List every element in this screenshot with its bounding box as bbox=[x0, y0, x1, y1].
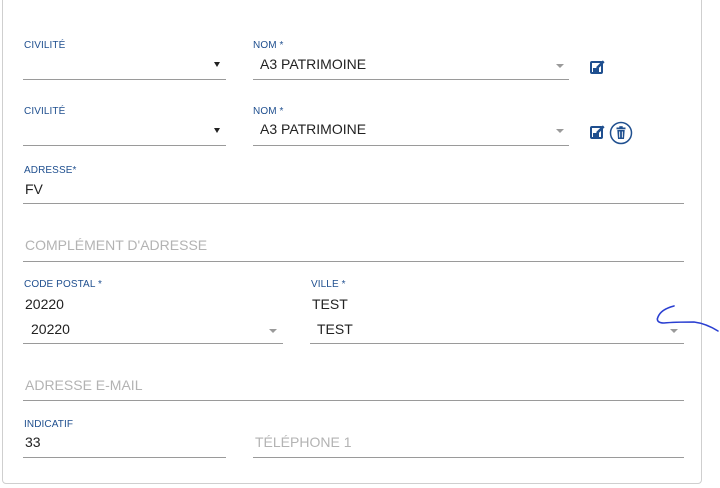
nom-value-1: A3 PATRIMOINE bbox=[260, 56, 367, 72]
email-placeholder: ADRESSE E-MAIL bbox=[25, 377, 143, 393]
ville-select[interactable]: TEST bbox=[310, 316, 684, 344]
chevron-down-icon bbox=[556, 129, 564, 133]
indicatif-input[interactable]: 33 bbox=[23, 431, 226, 457]
chevron-down-icon bbox=[556, 64, 564, 68]
nom-select-2[interactable]: A3 PATRIMOINE bbox=[253, 117, 569, 145]
edit-icon[interactable] bbox=[590, 59, 606, 75]
civilite-underline-2 bbox=[23, 145, 226, 146]
adresse-underline bbox=[23, 203, 684, 204]
indicatif-value: 33 bbox=[25, 434, 41, 450]
nom-label-1: NOM * bbox=[253, 40, 284, 51]
trash-icon[interactable] bbox=[609, 121, 633, 145]
telephone-placeholder: TÉLÉPHONE 1 bbox=[255, 434, 352, 450]
annotation-arrow-icon bbox=[656, 305, 719, 332]
indicatif-label: INDICATIF bbox=[24, 419, 74, 430]
civilite-select-1[interactable] bbox=[23, 52, 226, 80]
nom-underline-1 bbox=[253, 79, 569, 80]
adresse-input[interactable]: FV bbox=[23, 178, 684, 204]
civilite-underline-1 bbox=[23, 79, 226, 80]
nom-value-2: A3 PATRIMOINE bbox=[260, 121, 367, 137]
nom-label-2: NOM * bbox=[253, 106, 284, 117]
ville-underline bbox=[310, 343, 684, 344]
chevron-down-icon bbox=[214, 62, 220, 67]
code-postal-text: 20220 bbox=[25, 296, 64, 312]
civilite-label-2: CIVILITÉ bbox=[24, 106, 66, 117]
code-postal-select-value: 20220 bbox=[31, 321, 70, 337]
indicatif-underline bbox=[23, 457, 226, 458]
telephone-input[interactable]: TÉLÉPHONE 1 bbox=[253, 431, 684, 457]
code-postal-underline bbox=[23, 343, 283, 344]
civilite-label-1: CIVILITÉ bbox=[24, 40, 66, 51]
email-input[interactable]: ADRESSE E-MAIL bbox=[23, 374, 684, 400]
telephone-underline bbox=[253, 457, 684, 458]
complement-adresse-input[interactable]: COMPLÉMENT D'ADRESSE bbox=[23, 234, 684, 260]
adresse-label: ADRESSE* bbox=[24, 165, 77, 176]
complement-adresse-placeholder: COMPLÉMENT D'ADRESSE bbox=[25, 237, 208, 253]
ville-select-value: TEST bbox=[317, 321, 353, 337]
chevron-down-icon bbox=[214, 128, 220, 133]
code-postal-select[interactable]: 20220 bbox=[23, 316, 283, 344]
ville-label: VILLE * bbox=[311, 279, 346, 290]
complement-underline bbox=[23, 261, 684, 262]
ville-text: TEST bbox=[312, 296, 348, 312]
code-postal-label: CODE POSTAL * bbox=[24, 279, 102, 290]
email-underline bbox=[23, 400, 684, 401]
chevron-down-icon bbox=[269, 329, 277, 333]
nom-select-1[interactable]: A3 PATRIMOINE bbox=[253, 52, 569, 80]
adresse-value: FV bbox=[25, 181, 43, 197]
nom-underline-2 bbox=[253, 145, 569, 146]
edit-icon[interactable] bbox=[590, 124, 606, 140]
civilite-select-2[interactable] bbox=[23, 118, 226, 146]
